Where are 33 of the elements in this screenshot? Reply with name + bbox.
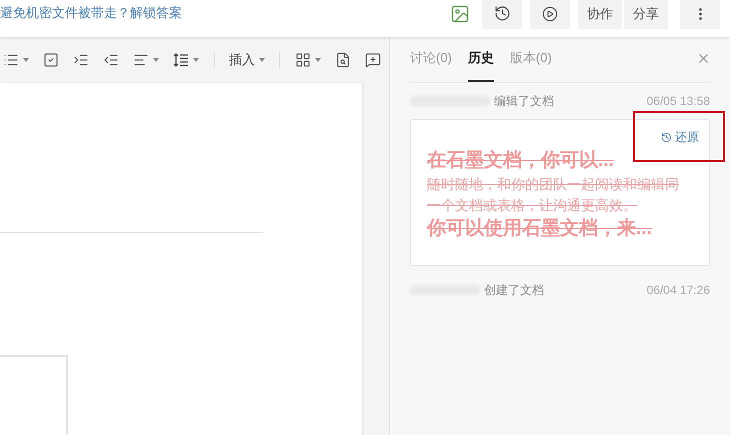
insert-menu[interactable]: 插入: [223, 50, 271, 70]
notice-link[interactable]: 避免机密文件被带走？解锁答案: [0, 2, 182, 22]
more-icon: [698, 8, 702, 20]
preview-paragraph: 随时随地，和你的团队一起阅读和编辑同一个文档或表格，让沟通更高效。: [427, 175, 680, 215]
caret-icon: [259, 58, 265, 62]
history-icon: [494, 5, 510, 22]
history-button[interactable]: [482, 0, 522, 28]
preview-heading: 在石墨文档，你可以...: [427, 148, 614, 173]
caret-icon: [193, 58, 199, 62]
indent-icon: [73, 52, 89, 68]
caret-icon: [315, 58, 321, 62]
document-search-icon: [335, 52, 351, 68]
play-icon: [542, 6, 558, 22]
present-button[interactable]: [530, 0, 570, 28]
grid-icon: [295, 52, 311, 68]
history-action: 编辑了文档: [494, 93, 554, 110]
history-time: 06/05 13:58: [646, 93, 710, 110]
outdent-icon: [103, 52, 119, 68]
history-icon: [661, 132, 672, 142]
restore-link[interactable]: 还原: [661, 128, 699, 146]
align-left-icon: [133, 52, 149, 68]
checkbox-icon: [43, 52, 59, 68]
top-button[interactable]: 协作: [578, 0, 622, 28]
add-comment-icon: [365, 52, 381, 68]
panel-tab[interactable]: 历史: [468, 34, 494, 82]
caret-icon: [23, 58, 29, 62]
caret-icon: [153, 58, 159, 62]
history-action: 创建了文档: [484, 282, 544, 299]
line-height-icon: [173, 52, 189, 68]
preview-heading: 你可以使用石墨文档，来...: [427, 216, 652, 241]
top-button[interactable]: 分享: [624, 0, 668, 28]
image-icon[interactable]: [450, 4, 470, 24]
history-time: 06/04 17:26: [646, 282, 710, 299]
